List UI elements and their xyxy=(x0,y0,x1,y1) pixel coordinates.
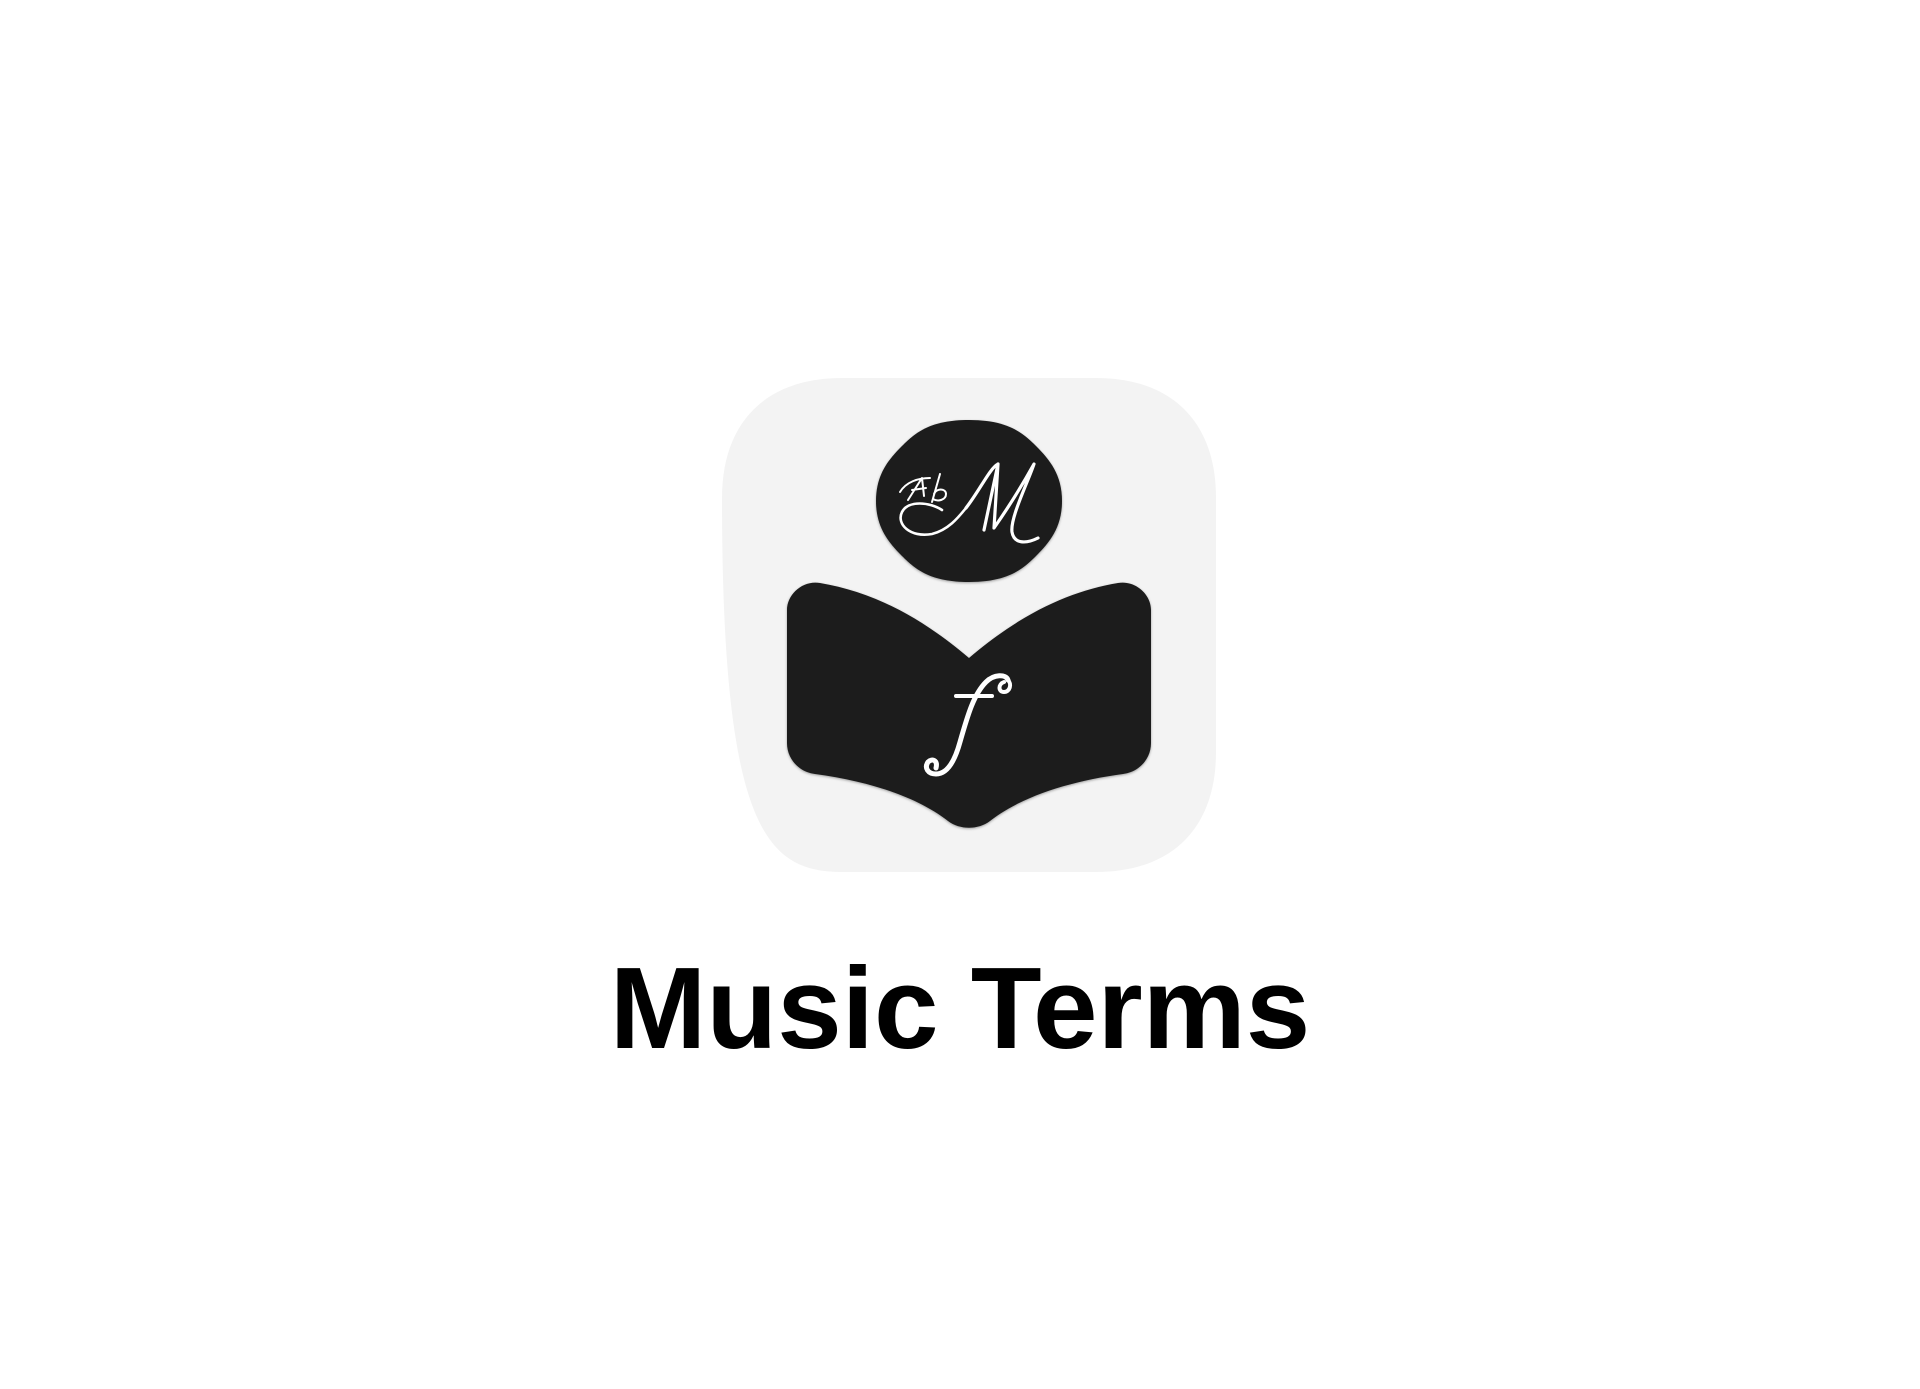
app-icon[interactable] xyxy=(722,378,1216,872)
app-icon-graphic xyxy=(722,378,1216,872)
app-name-label[interactable]: Music Terms xyxy=(0,940,1920,1076)
monogram-badge xyxy=(876,420,1062,582)
